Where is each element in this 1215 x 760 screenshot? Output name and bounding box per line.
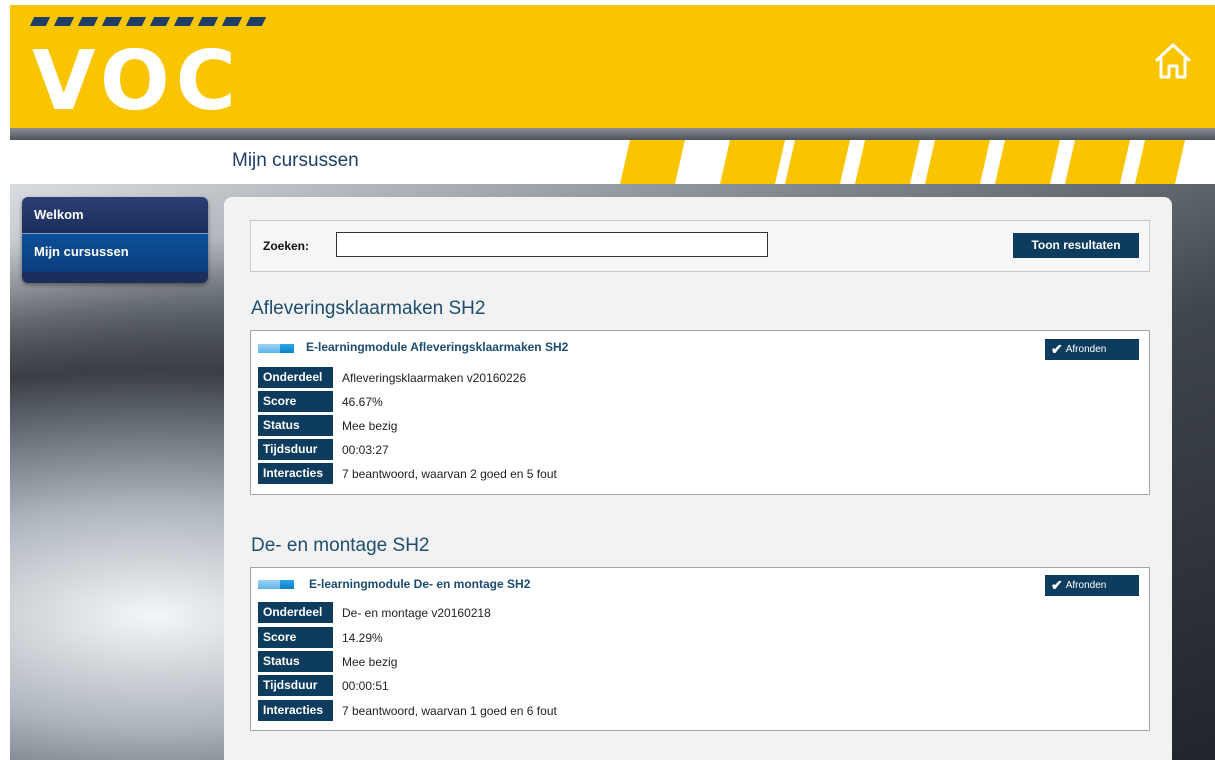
field-label: Status (258, 415, 333, 436)
field-label: Interacties (258, 463, 333, 484)
field-row: Interacties 7 beantwoord, waarvan 2 goed… (258, 463, 557, 484)
logo-dashes (29, 17, 267, 26)
site-header: VOC (10, 5, 1215, 130)
module-link[interactable]: E-learningmodule Afleveringsklaarmaken S… (306, 340, 568, 354)
voc-logo: VOC (32, 34, 242, 129)
toon-resultaten-button[interactable]: Toon resultaten (1013, 233, 1139, 258)
decorative-stripes (610, 140, 1215, 184)
field-row: Status Mee bezig (258, 415, 397, 436)
field-row: Score 46.67% (258, 391, 383, 412)
header-divider (10, 128, 1215, 140)
module-link[interactable]: E-learningmodule De- en montage SH2 (309, 577, 530, 591)
progress-bar-icon (258, 344, 294, 353)
page-title: Mijn cursussen (232, 150, 359, 171)
checkmark-icon: ✔ (1051, 577, 1063, 593)
progress-bar-icon (258, 580, 294, 589)
sidebar-item-welkom[interactable]: Welkom (22, 197, 208, 234)
field-label: Interacties (258, 700, 333, 721)
sidebar-nav: Welkom Mijn cursussen (22, 197, 208, 283)
afronden-label: Afronden (1065, 580, 1107, 591)
field-row: Score 14.29% (258, 627, 383, 648)
checkmark-icon: ✔ (1051, 341, 1063, 357)
field-value: Afleveringsklaarmaken v20160226 (342, 370, 527, 385)
field-row: Tijdsduur 00:00:51 (258, 675, 389, 696)
field-label: Status (258, 651, 333, 672)
field-row: Status Mee bezig (258, 651, 397, 672)
field-value: Mee bezig (342, 418, 398, 433)
field-row: Interacties 7 beantwoord, waarvan 1 goed… (258, 700, 557, 721)
field-value: Mee bezig (342, 654, 398, 669)
course-title: Afleveringsklaarmaken SH2 (251, 298, 486, 319)
field-value: 00:03:27 (342, 442, 389, 457)
field-label: Score (258, 627, 333, 648)
field-row: Onderdeel De- en montage v20160218 (258, 602, 491, 623)
field-label: Onderdeel (258, 367, 333, 388)
home-icon[interactable] (1150, 38, 1196, 84)
field-label: Tijdsduur (258, 439, 333, 460)
sidebar-item-mijn-cursussen[interactable]: Mijn cursussen (22, 234, 208, 272)
afronden-label: Afronden (1065, 344, 1107, 355)
search-label: Zoeken: (263, 239, 310, 253)
sidebar-footer (22, 272, 208, 283)
afronden-button[interactable]: ✔ Afronden (1045, 575, 1139, 596)
field-value: 7 beantwoord, waarvan 2 goed en 5 fout (342, 466, 557, 481)
field-value: 46.67% (342, 394, 383, 409)
afronden-button[interactable]: ✔ Afronden (1045, 339, 1139, 360)
field-value: De- en montage v20160218 (342, 605, 491, 620)
field-label: Onderdeel (258, 602, 333, 623)
course-title: De- en montage SH2 (251, 535, 430, 556)
field-label: Score (258, 391, 333, 412)
field-row: Tijdsduur 00:03:27 (258, 439, 389, 460)
field-value: 7 beantwoord, waarvan 1 goed en 6 fout (342, 703, 557, 718)
field-row: Onderdeel Afleveringsklaarmaken v2016022… (258, 367, 526, 388)
field-label: Tijdsduur (258, 675, 333, 696)
field-value: 00:00:51 (342, 678, 389, 693)
field-value: 14.29% (342, 630, 383, 645)
search-input[interactable] (336, 232, 768, 257)
